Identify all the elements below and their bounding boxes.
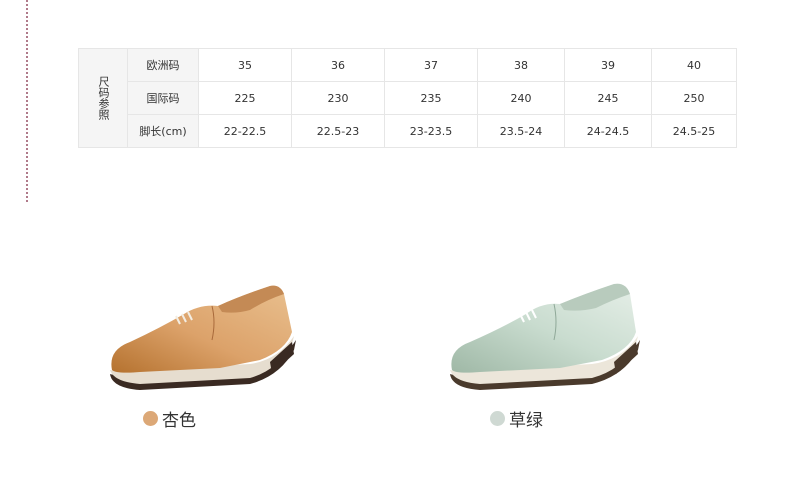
table-cell: 38 [477,48,565,82]
table-cell: 24-24.5 [564,114,652,148]
shoe-grass-green-icon [450,283,640,390]
variant-grass-green[interactable]: 草绿 [490,406,543,431]
size-chart-side-label: 尺码参照 [78,48,128,148]
table-cell: 40 [651,48,737,82]
table-cell: 240 [477,81,565,115]
shoe-apricot-icon [110,285,296,390]
table-cell: 250 [651,81,737,115]
table-cell: 22-22.5 [198,114,292,148]
decorative-dotted-line [26,0,28,202]
color-swatch-apricot [143,411,158,426]
size-chart-table: 尺码参照 欧洲码 35 36 37 38 39 40 国际码 225 230 2… [78,48,737,148]
row-header-intl: 国际码 [127,81,199,115]
table-row: 脚长(cm) 22-22.5 22.5-23 23-23.5 23.5-24 2… [79,114,737,148]
table-row: 尺码参照 欧洲码 35 36 37 38 39 40 [78,48,737,148]
table-cell: 22.5-23 [291,114,385,148]
table-cell: 230 [291,81,385,115]
variant-label: 杏色 [162,411,196,431]
table-cell: 36 [291,48,385,82]
table-cell: 235 [384,81,478,115]
table-cell: 23.5-24 [477,114,565,148]
table-cell: 23-23.5 [384,114,478,148]
table-cell: 39 [564,48,652,82]
table-cell: 24.5-25 [651,114,737,148]
table-cell: 37 [384,48,478,82]
variant-apricot[interactable]: 杏色 [143,406,196,431]
row-header-eu: 欧洲码 [127,48,199,82]
variant-label: 草绿 [509,411,543,431]
table-row: 国际码 225 230 235 240 245 250 [79,81,737,115]
table-cell: 35 [198,48,292,82]
color-swatch-grass-green [490,411,505,426]
table-cell: 225 [198,81,292,115]
table-cell: 245 [564,81,652,115]
row-header-foot-length: 脚长(cm) [127,114,199,148]
